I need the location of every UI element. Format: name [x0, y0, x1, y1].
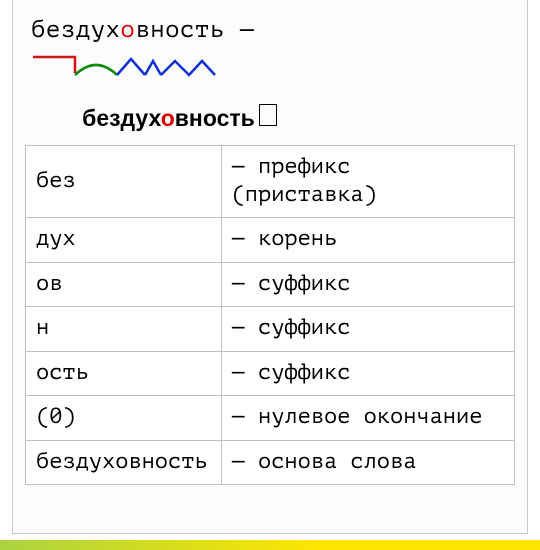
table-row: ость — суффикс: [26, 351, 515, 396]
table-row: н — суффикс: [26, 307, 515, 352]
definition-cell: — основа слова: [221, 440, 514, 485]
headline-pre: бездух: [31, 16, 120, 43]
definition-cell: — нулевое окончание: [221, 396, 514, 441]
morpheme-diagram: бездуховность: [31, 53, 515, 115]
table-row: ов — суффикс: [26, 262, 515, 307]
definition-cell: — корень: [221, 218, 514, 263]
table-row: бездуховность — основа слова: [26, 440, 515, 485]
morpheme-cell: н: [26, 307, 222, 352]
morpheme-word: бездуховность: [31, 77, 277, 159]
definition-cell: — суффикс: [221, 307, 514, 352]
headline-stress: о: [120, 16, 135, 43]
definition-cell: — суффикс: [221, 262, 514, 307]
morph-stress: о: [161, 105, 175, 131]
morpheme-cell: ов: [26, 262, 222, 307]
morpheme-cell: бездуховность: [26, 440, 222, 485]
headline-post: вность: [135, 16, 224, 43]
table-row: (0) — нулевое окончание: [26, 396, 515, 441]
definition-cell: — суффикс: [221, 351, 514, 396]
table-row: дух — корень: [26, 218, 515, 263]
footer-strip: [0, 540, 540, 550]
page: бездуховность — бездуховность: [0, 0, 540, 550]
morpheme-cell: ость: [26, 351, 222, 396]
morph-pre: бездух: [82, 105, 161, 131]
morph-post: вность: [175, 105, 255, 131]
morpheme-cell: (0): [26, 396, 222, 441]
page-title: бездуховность —: [31, 16, 515, 43]
zero-ending-box: [259, 104, 277, 126]
morpheme-table: без — префикс (приставка) дух — корень о…: [25, 145, 515, 485]
morpheme-cell: дух: [26, 218, 222, 263]
card: бездуховность — бездуховность: [12, 0, 528, 534]
headline-dash: —: [225, 16, 255, 43]
